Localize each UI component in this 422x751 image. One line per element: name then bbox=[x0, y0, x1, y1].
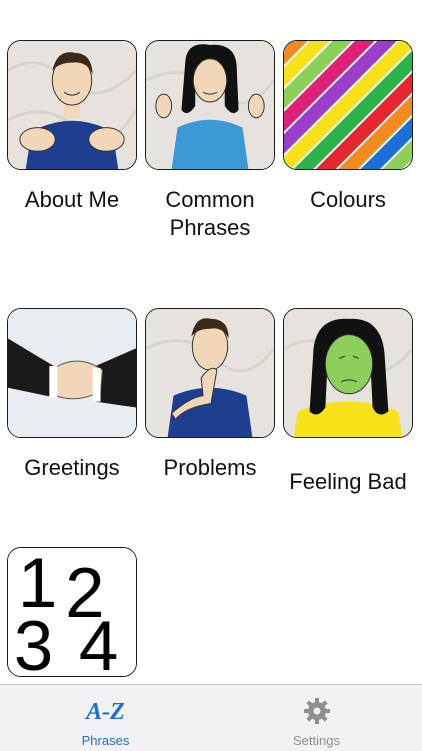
greetings-label: Greetings bbox=[24, 455, 120, 480]
feeling-bad-image bbox=[284, 309, 412, 437]
az-icon: A-Z bbox=[86, 699, 125, 725]
colours-label: Colours bbox=[310, 187, 386, 212]
about-me-image bbox=[8, 41, 136, 169]
feeling-bad-tile[interactable] bbox=[283, 308, 413, 438]
feeling-bad-label: Feeling Bad bbox=[289, 469, 407, 494]
common-phrases-label: Common Phrases bbox=[165, 187, 255, 240]
about-me-tile[interactable] bbox=[7, 40, 137, 170]
greetings-tile[interactable] bbox=[7, 308, 137, 438]
common-phrases-image bbox=[146, 41, 274, 169]
tab-bar: A-Z Phrases Settings bbox=[0, 684, 422, 751]
digit-4: 4 bbox=[79, 607, 118, 676]
colours-tile[interactable] bbox=[283, 40, 413, 170]
problems-tile[interactable] bbox=[145, 308, 275, 438]
numbers-image: 1 2 3 4 bbox=[8, 548, 136, 676]
problems-image bbox=[146, 309, 274, 437]
tab-settings-label: Settings bbox=[293, 733, 340, 748]
tab-settings[interactable]: Settings bbox=[211, 685, 422, 751]
greetings-image bbox=[8, 309, 136, 437]
problems-label: Problems bbox=[163, 455, 257, 480]
common-phrases-tile[interactable] bbox=[145, 40, 275, 170]
digit-3: 3 bbox=[14, 607, 53, 676]
about-me-label: About Me bbox=[24, 187, 120, 212]
tab-phrases-label: Phrases bbox=[81, 733, 130, 748]
tab-phrases[interactable]: A-Z Phrases bbox=[0, 685, 211, 751]
gear-icon bbox=[304, 698, 330, 724]
numbers-tile[interactable]: 1 2 3 4 bbox=[7, 547, 137, 677]
colours-image bbox=[284, 41, 412, 169]
